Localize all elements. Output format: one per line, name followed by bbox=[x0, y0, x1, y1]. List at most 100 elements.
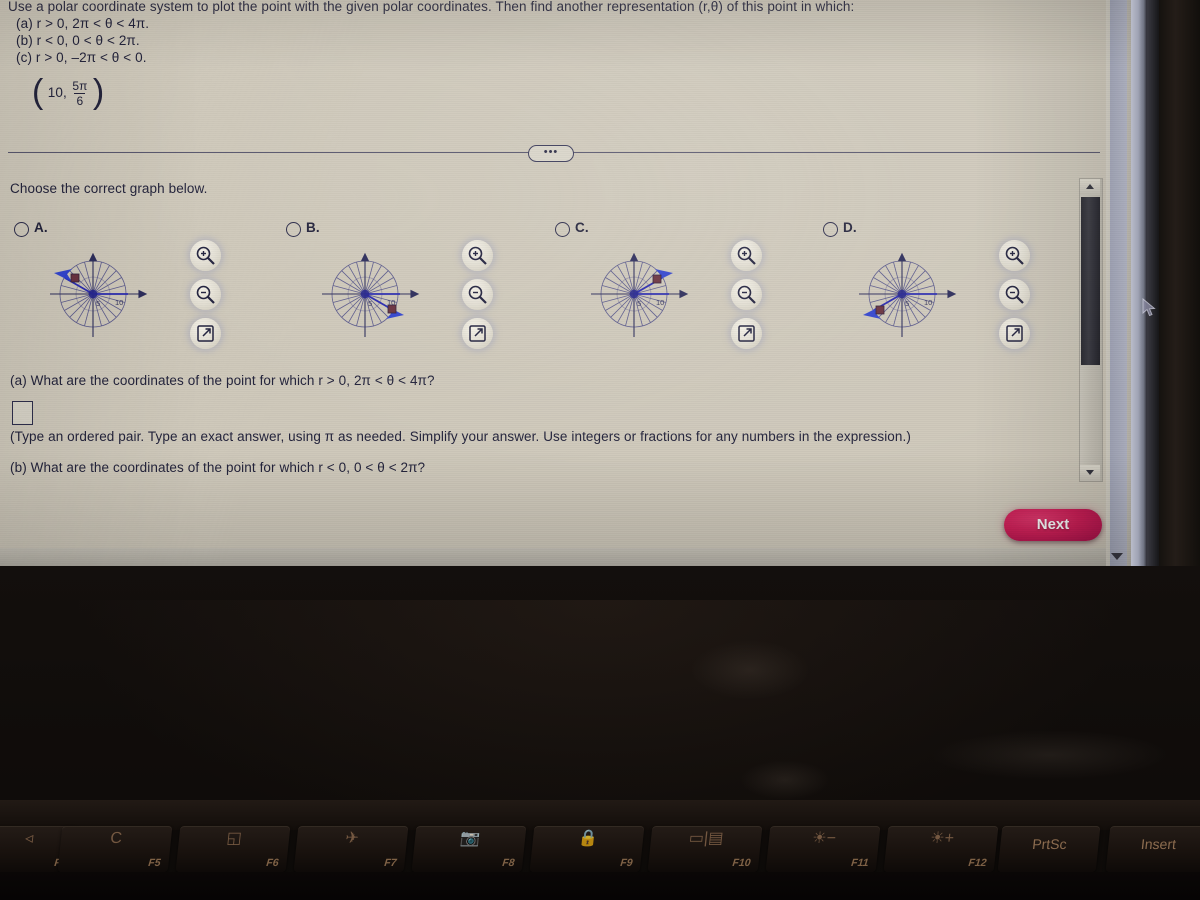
zoom-out-icon[interactable] bbox=[999, 279, 1030, 310]
option-a-label: A. bbox=[34, 220, 48, 235]
point-comma: , bbox=[63, 85, 67, 100]
key-fn-label: F12 bbox=[967, 857, 988, 869]
screen-bezel-far bbox=[1159, 0, 1200, 566]
option-a[interactable]: A. 5 10 bbox=[8, 218, 278, 349]
key-glyph-icon: ▭|▤ bbox=[688, 830, 725, 847]
theta-denominator: 6 bbox=[76, 93, 84, 108]
key-glyph-icon: ☀+ bbox=[929, 830, 955, 847]
key-fn-label: F8 bbox=[501, 857, 516, 869]
option-d-graph[interactable]: 5 10 bbox=[829, 242, 989, 347]
axis-tick-10: 10 bbox=[387, 298, 395, 307]
condition-c: (c) r > 0, –2π < θ < 0. bbox=[16, 50, 147, 65]
zoom-in-icon[interactable] bbox=[462, 240, 493, 271]
window-scroll-track[interactable] bbox=[1110, 0, 1127, 566]
key-fn-label: F10 bbox=[731, 857, 752, 869]
key-prtsc[interactable]: PrtSc bbox=[997, 826, 1101, 872]
option-a-graph[interactable]: 5 10 bbox=[20, 242, 180, 347]
option-b-graph[interactable]: 5 10 bbox=[292, 242, 452, 347]
zoom-out-icon[interactable] bbox=[190, 279, 221, 310]
key-glyph-icon: 🔒 bbox=[577, 830, 599, 847]
theta-numerator: 5π bbox=[72, 78, 88, 93]
option-c[interactable]: C. 5 10 bbox=[549, 218, 819, 349]
answer-hint: (Type an ordered pair. Type an exact ans… bbox=[10, 429, 911, 444]
right-paren: ) bbox=[92, 73, 105, 111]
polar-graph-b: 5 10 bbox=[322, 252, 420, 337]
key-f5[interactable]: C F5 bbox=[57, 826, 173, 872]
key-fn-label: F11 bbox=[850, 857, 870, 869]
option-b-label: B. bbox=[306, 220, 320, 235]
point-theta-fraction: 5π 6 bbox=[72, 80, 87, 108]
laptop-screen: Use a polar coordinate system to plot th… bbox=[0, 0, 1131, 566]
option-d-label: D. bbox=[843, 220, 857, 235]
key-fn-label: F6 bbox=[265, 857, 280, 869]
key-f9[interactable]: 🔒 F9 bbox=[529, 826, 645, 872]
zoom-out-icon[interactable] bbox=[731, 279, 762, 310]
option-c-graph[interactable]: 5 10 bbox=[561, 242, 721, 347]
key-f8[interactable]: 📷 F8 bbox=[411, 826, 527, 872]
key-label: Insert bbox=[1140, 836, 1177, 852]
inner-scrollbar[interactable] bbox=[1079, 178, 1103, 482]
screen-bezel-right-dark bbox=[1147, 0, 1159, 566]
key-glyph-icon: C bbox=[109, 830, 123, 847]
axis-tick-10: 10 bbox=[656, 298, 664, 307]
radio-option-a[interactable] bbox=[14, 222, 29, 237]
condition-b: (b) r < 0, 0 < θ < 2π. bbox=[16, 33, 140, 48]
choose-graph-instruction: Choose the correct graph below. bbox=[10, 181, 208, 196]
zoom-in-icon[interactable] bbox=[999, 240, 1030, 271]
key-insert[interactable]: Insert bbox=[1105, 826, 1200, 872]
expand-icon[interactable] bbox=[462, 318, 493, 349]
key-f11[interactable]: ☀− F11 bbox=[765, 826, 881, 872]
expand-icon[interactable] bbox=[731, 318, 762, 349]
question-b: (b) What are the coordinates of the poin… bbox=[10, 460, 426, 475]
key-label: PrtSc bbox=[1031, 836, 1068, 852]
key-f7[interactable]: ✈ F7 bbox=[293, 826, 409, 872]
window-scrollbar[interactable] bbox=[1106, 0, 1131, 566]
problem-prompt: Use a polar coordinate system to plot th… bbox=[8, 0, 855, 14]
option-a-tools[interactable] bbox=[186, 240, 230, 349]
left-paren: ( bbox=[32, 73, 44, 111]
window-scroll-down-arrow[interactable] bbox=[1111, 553, 1123, 560]
key-glyph-icon: ✈ bbox=[344, 830, 360, 847]
screen-bezel-right bbox=[1131, 0, 1147, 566]
key-glyph-icon: 📷 bbox=[459, 830, 481, 847]
condition-a: (a) r > 0, 2π < θ < 4π. bbox=[16, 16, 150, 31]
key-glyph-icon: ◱ bbox=[225, 830, 243, 847]
key-f6[interactable]: ◱ F6 bbox=[175, 826, 291, 872]
axis-tick-5: 5 bbox=[637, 299, 641, 308]
key-f10[interactable]: ▭|▤ F10 bbox=[647, 826, 763, 872]
radio-option-c[interactable] bbox=[555, 222, 570, 237]
key-fn-label: F5 bbox=[147, 857, 162, 869]
zoom-out-icon[interactable] bbox=[462, 279, 493, 310]
answer-input-a[interactable] bbox=[12, 401, 33, 425]
option-c-label: C. bbox=[575, 220, 589, 235]
radio-option-d[interactable] bbox=[823, 222, 838, 237]
option-d-tools[interactable] bbox=[995, 240, 1039, 349]
polar-graph-a: 5 10 bbox=[50, 252, 148, 337]
radio-option-b[interactable] bbox=[286, 222, 301, 237]
key-f12[interactable]: ☀+ F12 bbox=[883, 826, 999, 872]
key-glyph-icon: ☀− bbox=[811, 830, 837, 847]
expand-icon[interactable] bbox=[999, 318, 1030, 349]
option-d[interactable]: D. 5 10 bbox=[817, 218, 1087, 349]
point-r: 10 bbox=[47, 85, 63, 100]
polar-graph-d: 5 10 bbox=[859, 252, 957, 337]
option-b-tools[interactable] bbox=[458, 240, 502, 349]
polar-graph-c: 5 10 bbox=[591, 252, 689, 337]
key-fn-label: F7 bbox=[383, 857, 398, 869]
more-options-pill[interactable]: ••• bbox=[528, 145, 574, 162]
exercise-window: Use a polar coordinate system to plot th… bbox=[0, 0, 1106, 566]
option-b[interactable]: B. 5 10 bbox=[280, 218, 550, 349]
axis-tick-5: 5 bbox=[368, 299, 372, 308]
option-c-tools[interactable] bbox=[727, 240, 771, 349]
scroll-thumb[interactable] bbox=[1081, 197, 1100, 365]
scroll-up-arrow[interactable] bbox=[1080, 179, 1100, 195]
expand-icon[interactable] bbox=[190, 318, 221, 349]
zoom-in-icon[interactable] bbox=[190, 240, 221, 271]
key-fn-label: F9 bbox=[619, 857, 634, 869]
axis-tick-10: 10 bbox=[924, 298, 932, 307]
given-point-expression: ( 10, 5π 6 ) bbox=[32, 75, 104, 122]
zoom-in-icon[interactable] bbox=[731, 240, 762, 271]
window-bottom-bar bbox=[0, 548, 1106, 566]
next-button[interactable]: Next bbox=[1004, 509, 1102, 541]
scroll-down-arrow[interactable] bbox=[1080, 465, 1100, 481]
